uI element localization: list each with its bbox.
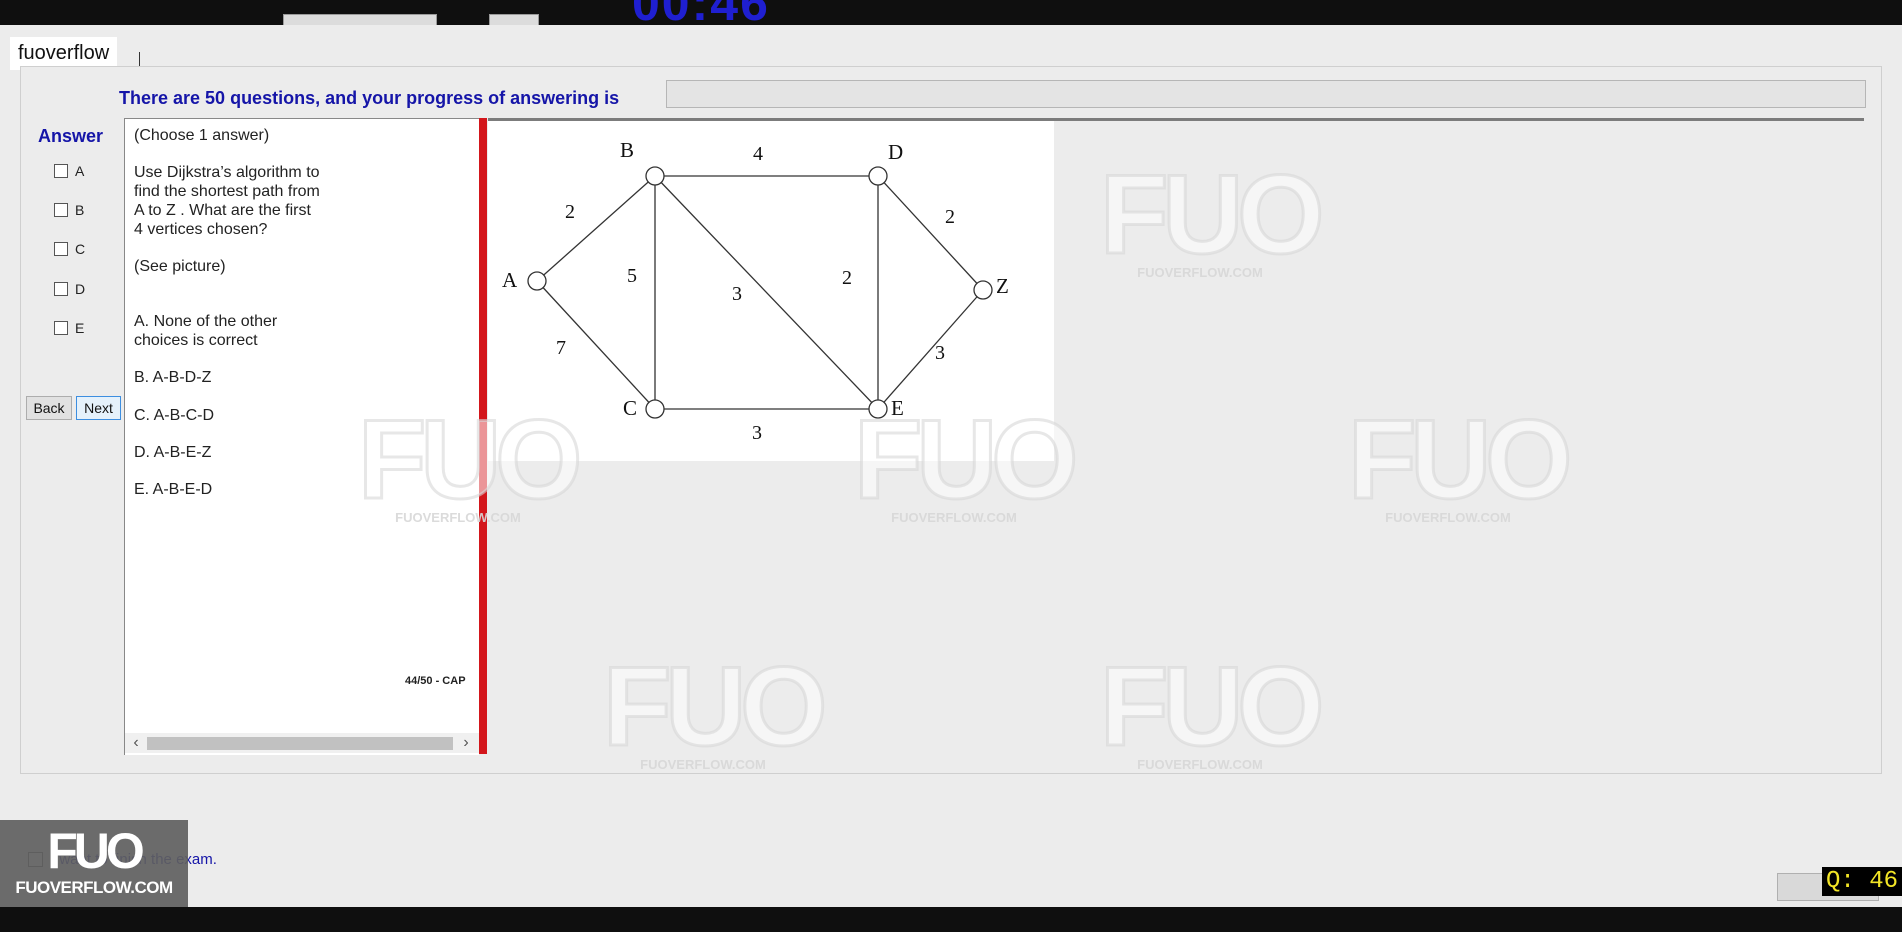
option-label: C (75, 241, 86, 257)
vertex-a (527, 271, 547, 291)
choice-d: D. A-B-E-Z (134, 444, 212, 461)
edge-a-c (536, 280, 656, 410)
option-label: E (75, 320, 85, 336)
question-prompt: Use Dijkstra’s algorithm to find the sho… (134, 164, 320, 238)
back-button[interactable]: Back (26, 396, 72, 420)
exam-code-dropdown[interactable] (283, 14, 437, 25)
watermark: FUO FUOVERFLOW.COM (1099, 152, 1326, 280)
weight-d-z: 2 (945, 206, 955, 228)
choice-e: E. A-B-E-D (134, 481, 213, 498)
scrollbar-thumb[interactable] (147, 737, 453, 750)
progress-text: There are 50 questions, and your progres… (119, 88, 620, 108)
see-picture-note: (See picture) (134, 258, 226, 275)
weight-e-z: 3 (935, 342, 945, 364)
choice-a: A. None of the other choices is correct (134, 313, 278, 349)
checkbox-icon[interactable] (54, 164, 68, 178)
exam-timer: 00:46 (632, 0, 770, 25)
vertex-c (645, 399, 665, 419)
watermark: FUO FUOVERFLOW.COM (357, 397, 584, 525)
answer-option-a[interactable]: A (54, 162, 84, 180)
vertex-label-d: D (888, 140, 903, 164)
weight-b-e: 3 (732, 283, 742, 305)
answer-option-c[interactable]: C (54, 240, 85, 258)
option-label: D (75, 281, 86, 297)
option-label: A (75, 163, 85, 179)
weight-a-b: 2 (565, 201, 575, 223)
bottom-bar (0, 907, 1902, 932)
vertex-b (645, 166, 665, 186)
edge-a-b (536, 175, 656, 282)
weight-b-c: 5 (627, 265, 637, 287)
watermark-mark: FUO (357, 397, 584, 522)
horizontal-scrollbar[interactable]: ‹ › (125, 733, 479, 753)
progress-bar (666, 80, 1866, 108)
watermark-mark: FUO (1099, 644, 1326, 769)
scroll-left-icon[interactable]: ‹ (127, 733, 145, 753)
vertex-label-z: Z (996, 274, 1009, 298)
logo-mark: FUO (47, 823, 145, 879)
logo-text: FUOVERFLOW.COM (15, 878, 173, 897)
option-label: B (75, 202, 85, 218)
edge-b-e (654, 175, 879, 410)
question-id: 44/50 - CAP (405, 675, 466, 687)
choice-c: C. A-B-C-D (134, 407, 214, 424)
weight-c-e: 3 (752, 422, 762, 444)
edge-d-z (877, 175, 984, 291)
question-counter: Q: 46 (1822, 867, 1902, 896)
vertex-label-b: B (620, 138, 634, 162)
watermark-mark: FUO (1099, 152, 1326, 277)
watermark-mark: FUO (853, 397, 1080, 522)
watermark: FUO FUOVERFLOW.COM (853, 397, 1080, 525)
font-size-dropdown[interactable] (489, 14, 539, 25)
watermark-mark: FUO (602, 644, 829, 769)
checkbox-icon[interactable] (54, 282, 68, 296)
weight-d-e: 2 (842, 267, 852, 289)
weight-b-d: 4 (753, 143, 763, 165)
watermark: FUO FUOVERFLOW.COM (1099, 644, 1326, 772)
choice-b: B. A-B-D-Z (134, 369, 212, 386)
question-instruction: (Choose 1 answer) (134, 127, 270, 144)
vertex-d (868, 166, 888, 186)
checkbox-icon[interactable] (54, 203, 68, 217)
fuoverflow-logo: FUO FUOVERFLOW.COM (0, 820, 188, 907)
next-button[interactable]: Next (76, 396, 121, 420)
watermark-mark: FUO (1347, 397, 1574, 522)
vertex-label-a: A (502, 268, 518, 292)
vertex-z (973, 280, 993, 300)
answer-title: Answer (38, 126, 104, 146)
answer-option-e[interactable]: E (54, 319, 84, 337)
answer-option-d[interactable]: D (54, 280, 85, 298)
edge-e-z (877, 289, 984, 410)
weight-a-c: 7 (556, 337, 566, 359)
scroll-right-icon[interactable]: › (457, 733, 475, 753)
answer-option-b[interactable]: B (54, 201, 84, 219)
checkbox-icon[interactable] (54, 321, 68, 335)
vertex-label-c: C (623, 396, 637, 420)
watermark: FUO FUOVERFLOW.COM (1347, 397, 1574, 525)
watermark: FUO FUOVERFLOW.COM (602, 644, 829, 772)
checkbox-icon[interactable] (54, 242, 68, 256)
top-bar: 00:46 (0, 0, 1902, 25)
